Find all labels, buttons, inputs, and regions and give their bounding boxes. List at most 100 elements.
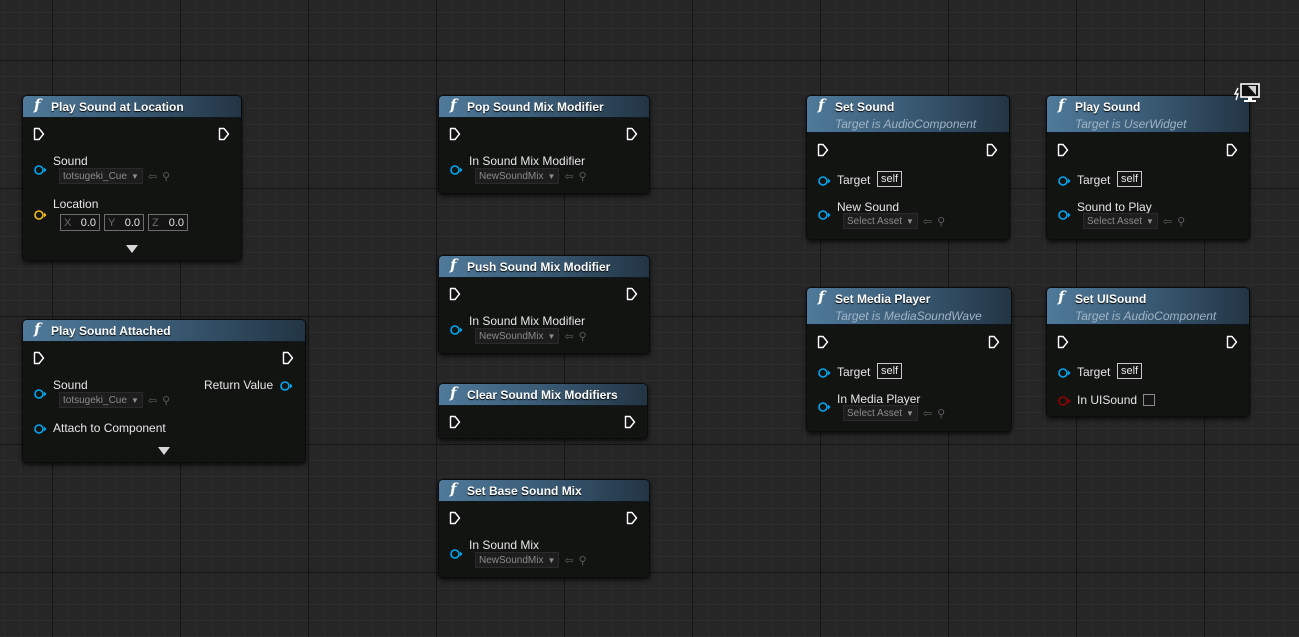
target-pin[interactable]	[817, 175, 831, 187]
node-header[interactable]: f Play Sound at Location	[23, 96, 241, 118]
sound-asset-dropdown[interactable]: totsugeki_Cue ▼ ⇦ ⚲	[59, 168, 170, 184]
sound-mix-dropdown[interactable]: NewSoundMix ▼ ⇦ ⚲	[475, 168, 587, 184]
node-header[interactable]: f Set Sound Target is AudioComponent	[807, 96, 1009, 133]
browse-search-icon[interactable]: ⚲	[162, 170, 170, 183]
use-selected-arrow-icon[interactable]: ⇦	[1163, 215, 1172, 228]
browse-search-icon[interactable]: ⚲	[937, 407, 945, 420]
node-subtitle: Target is AudioComponent	[1075, 309, 1217, 323]
in-uisound-checkbox[interactable]	[1143, 394, 1155, 406]
browse-search-icon[interactable]: ⚲	[1177, 215, 1185, 228]
pin-label: Target	[837, 365, 871, 379]
select-asset-dropdown[interactable]: Select Asset ▼ ⇦ ⚲	[843, 405, 945, 421]
node-header[interactable]: f Pop Sound Mix Modifier	[439, 96, 649, 118]
use-selected-arrow-icon[interactable]: ⇦	[564, 330, 573, 343]
exec-in-pin[interactable]	[33, 127, 45, 141]
exec-out-pin[interactable]	[986, 143, 998, 157]
exec-in-pin[interactable]	[449, 127, 461, 141]
expand-arrow-icon[interactable]	[126, 245, 138, 253]
use-selected-arrow-icon[interactable]: ⇦	[148, 170, 157, 183]
select-asset-dropdown[interactable]: Select Asset ▼ ⇦ ⚲	[1083, 213, 1185, 229]
node-header[interactable]: f Set UISound Target is AudioComponent	[1047, 288, 1249, 325]
target-pin[interactable]	[817, 367, 831, 379]
exec-out-pin[interactable]	[1226, 143, 1238, 157]
use-selected-arrow-icon[interactable]: ⇦	[148, 394, 157, 407]
node-set-uisound[interactable]: f Set UISound Target is AudioComponent T…	[1046, 287, 1250, 417]
exec-in-pin[interactable]	[449, 287, 461, 301]
location-y-field[interactable]: Y 0.0	[104, 214, 144, 231]
sound-to-play-pin[interactable]	[1057, 209, 1071, 221]
sound-pin[interactable]	[33, 164, 47, 176]
exec-in-pin[interactable]	[33, 351, 45, 365]
node-subtitle: Target is AudioComponent	[835, 117, 977, 131]
use-selected-arrow-icon[interactable]: ⇦	[564, 170, 573, 183]
exec-in-pin[interactable]	[449, 511, 461, 525]
exec-out-pin[interactable]	[988, 335, 1000, 349]
exec-out-pin[interactable]	[1226, 335, 1238, 349]
node-header[interactable]: f Play Sound Attached	[23, 320, 305, 342]
sound-mix-modifier-pin[interactable]	[449, 324, 463, 336]
sound-mix-pin[interactable]	[449, 548, 463, 560]
sound-mix-dropdown[interactable]: NewSoundMix ▼ ⇦ ⚲	[475, 328, 587, 344]
exec-in-pin[interactable]	[449, 415, 461, 429]
browse-search-icon[interactable]: ⚲	[579, 170, 587, 183]
axis-value: 0.0	[80, 216, 96, 229]
attach-component-pin[interactable]	[33, 423, 47, 435]
chevron-down-icon: ▼	[1146, 216, 1154, 226]
exec-in-pin[interactable]	[817, 143, 829, 157]
browse-search-icon[interactable]: ⚲	[162, 394, 170, 407]
target-pin[interactable]	[1057, 367, 1071, 379]
node-push-sound-mix-modifier[interactable]: f Push Sound Mix Modifier In Sound Mix M…	[438, 255, 650, 354]
select-asset-dropdown[interactable]: Select Asset ▼ ⇦ ⚲	[843, 213, 945, 229]
exec-out-pin[interactable]	[626, 287, 638, 301]
chevron-down-icon: ▼	[547, 555, 556, 565]
node-set-sound[interactable]: f Set Sound Target is AudioComponent Tar…	[806, 95, 1010, 240]
function-icon: f	[34, 96, 41, 114]
browse-search-icon[interactable]: ⚲	[937, 215, 945, 228]
node-header[interactable]: f Set Media Player Target is MediaSoundW…	[807, 288, 1011, 325]
exec-in-pin[interactable]	[817, 335, 829, 349]
node-header[interactable]: f Set Base Sound Mix	[439, 480, 649, 502]
node-play-sound[interactable]: f Play Sound Target is UserWidget Target…	[1046, 95, 1250, 240]
sound-pin[interactable]	[33, 388, 47, 400]
pin-label: Target	[837, 173, 871, 187]
sound-asset-dropdown[interactable]: totsugeki_Cue ▼ ⇦ ⚲	[59, 392, 170, 408]
exec-out-pin[interactable]	[282, 351, 294, 365]
sound-mix-dropdown[interactable]: NewSoundMix ▼ ⇦ ⚲	[475, 552, 587, 568]
node-header[interactable]: f Play Sound Target is UserWidget	[1047, 96, 1249, 133]
exec-out-pin[interactable]	[624, 415, 636, 429]
node-header[interactable]: f Push Sound Mix Modifier	[439, 256, 649, 278]
location-x-field[interactable]: X 0.0	[60, 214, 100, 231]
node-header[interactable]: f Clear Sound Mix Modifiers	[439, 384, 647, 406]
exec-out-pin[interactable]	[218, 127, 230, 141]
exec-out-pin[interactable]	[626, 511, 638, 525]
node-pop-sound-mix-modifier[interactable]: f Pop Sound Mix Modifier In Sound Mix Mo…	[438, 95, 650, 194]
exec-in-pin[interactable]	[1057, 335, 1069, 349]
node-clear-sound-mix-modifiers[interactable]: f Clear Sound Mix Modifiers	[438, 383, 648, 439]
function-icon: f	[34, 320, 41, 338]
in-uisound-pin[interactable]	[1057, 395, 1071, 407]
expand-arrow-icon[interactable]	[158, 447, 170, 455]
location-z-field[interactable]: Z 0.0	[148, 214, 188, 231]
use-selected-arrow-icon[interactable]: ⇦	[923, 407, 932, 420]
pin-label: Sound	[53, 154, 88, 168]
exec-out-pin[interactable]	[626, 127, 638, 141]
axis-value: 0.0	[168, 216, 184, 229]
node-set-media-player[interactable]: f Set Media Player Target is MediaSoundW…	[806, 287, 1012, 432]
return-value-pin[interactable]	[279, 380, 293, 392]
location-pin[interactable]	[33, 209, 47, 221]
use-selected-arrow-icon[interactable]: ⇦	[564, 554, 573, 567]
exec-in-pin[interactable]	[1057, 143, 1069, 157]
asset-value: totsugeki_Cue	[63, 170, 127, 182]
browse-search-icon[interactable]: ⚲	[579, 330, 587, 343]
sound-mix-modifier-pin[interactable]	[449, 164, 463, 176]
node-set-base-sound-mix[interactable]: f Set Base Sound Mix In Sound Mix NewSou…	[438, 479, 650, 578]
asset-value: Select Asset	[1087, 215, 1143, 227]
node-title: Play Sound Attached	[51, 324, 171, 338]
browse-search-icon[interactable]: ⚲	[579, 554, 587, 567]
media-player-pin[interactable]	[817, 401, 831, 413]
new-sound-pin[interactable]	[817, 209, 831, 221]
node-play-sound-at-location[interactable]: f Play Sound at Location Sound totsugeki…	[22, 95, 242, 261]
use-selected-arrow-icon[interactable]: ⇦	[923, 215, 932, 228]
target-pin[interactable]	[1057, 175, 1071, 187]
node-play-sound-attached[interactable]: f Play Sound Attached Sound totsugeki_Cu…	[22, 319, 306, 463]
